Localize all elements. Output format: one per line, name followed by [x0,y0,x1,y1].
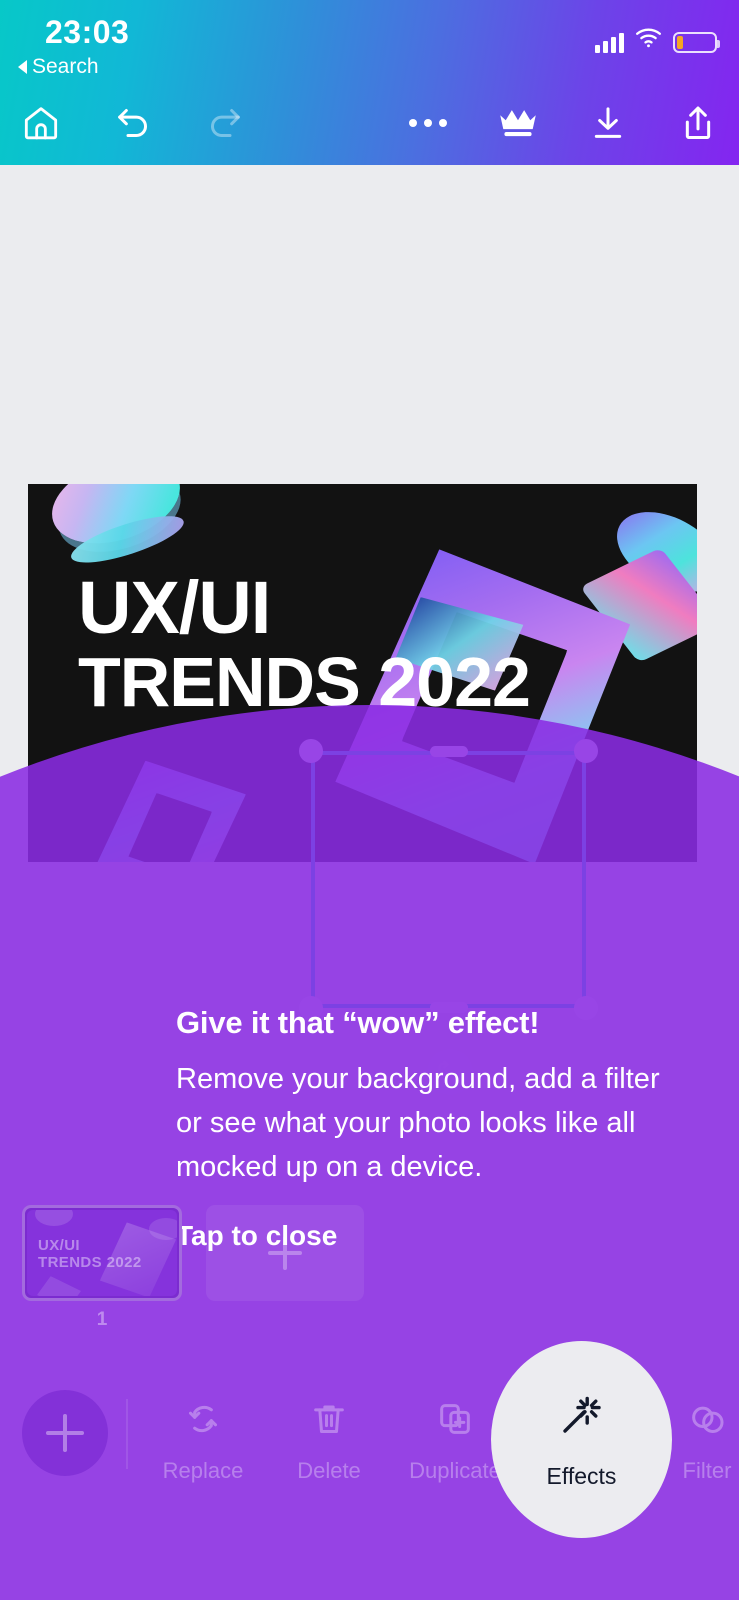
plus-icon [268,1236,302,1270]
decorative-disc-top-left-icon [41,484,191,559]
bottom-item-label: Effects [546,1462,617,1489]
add-element-button[interactable] [22,1390,108,1476]
replace-icon [183,1399,223,1444]
bottom-item-label: Replace [162,1458,244,1483]
download-button[interactable] [581,96,635,150]
bottom-item-replace[interactable]: Replace [140,1383,266,1484]
back-label: Search [32,55,99,78]
magic-wand-icon [558,1390,606,1443]
more-icon [409,119,447,127]
editor-toolbar [0,96,739,165]
undo-button[interactable] [106,96,160,150]
thumb-decor-1-icon [35,1210,73,1226]
more-options-button[interactable] [401,96,455,150]
toolbar-right-group [401,96,725,150]
home-icon [21,103,61,143]
pro-upgrade-button[interactable] [491,96,545,150]
bottom-item-label: Duplicate [409,1458,501,1483]
wifi-icon [635,28,662,53]
decorative-disc-top-right-icon [603,495,697,609]
download-icon [588,103,628,143]
toolbar-left-group [14,96,252,150]
bottom-item-label: Filter [682,1458,732,1483]
status-time: 23:03 [45,14,130,50]
toolbar-divider [126,1399,128,1469]
trash-icon [309,1399,349,1444]
bottom-item-delete[interactable]: Delete [266,1383,392,1484]
add-page-button[interactable] [206,1205,364,1301]
design-title-line1: UX/UI [78,566,271,649]
canva-editor-screen: UX/UI TRENDS 2022 Give it that “wow” eff… [0,0,739,1600]
page-thumbnail-preview: UX/UI TRENDS 2022 [27,1210,177,1296]
duplicate-icon [435,1399,475,1444]
status-indicators [595,28,720,53]
redo-button[interactable] [198,96,252,150]
design-title: UX/UI TRENDS 2022 [78,571,531,718]
battery-low-icon [673,32,720,53]
status-bar: 23:03 Search [0,0,739,96]
page-thumbnail[interactable]: UX/UI TRENDS 2022 [22,1205,182,1301]
home-button[interactable] [14,96,68,150]
page-thumbnail-title: UX/UI TRENDS 2022 [38,1237,142,1272]
thumb-title-line1: UX/UI [38,1237,81,1254]
redo-icon [205,103,245,143]
thumb-title-line2: TRENDS 2022 [38,1253,142,1271]
thumb-decor-3-icon [36,1274,82,1296]
bottom-item-label: Delete [297,1458,361,1483]
page-number: 1 [96,1309,108,1330]
plus-icon [46,1414,84,1452]
back-to-search-link[interactable]: Search [18,55,99,79]
app-header: 23:03 Search [0,0,739,165]
filter-icon [687,1399,727,1444]
pages-strip: UX/UI TRENDS 2022 1 [0,1205,739,1350]
bottom-item-effects[interactable]: Effects [491,1341,672,1538]
share-icon [678,103,718,143]
undo-icon [113,103,153,143]
share-button[interactable] [671,96,725,150]
crown-icon [497,103,539,143]
back-arrow-icon [18,60,27,74]
cellular-signal-icon [595,33,624,53]
